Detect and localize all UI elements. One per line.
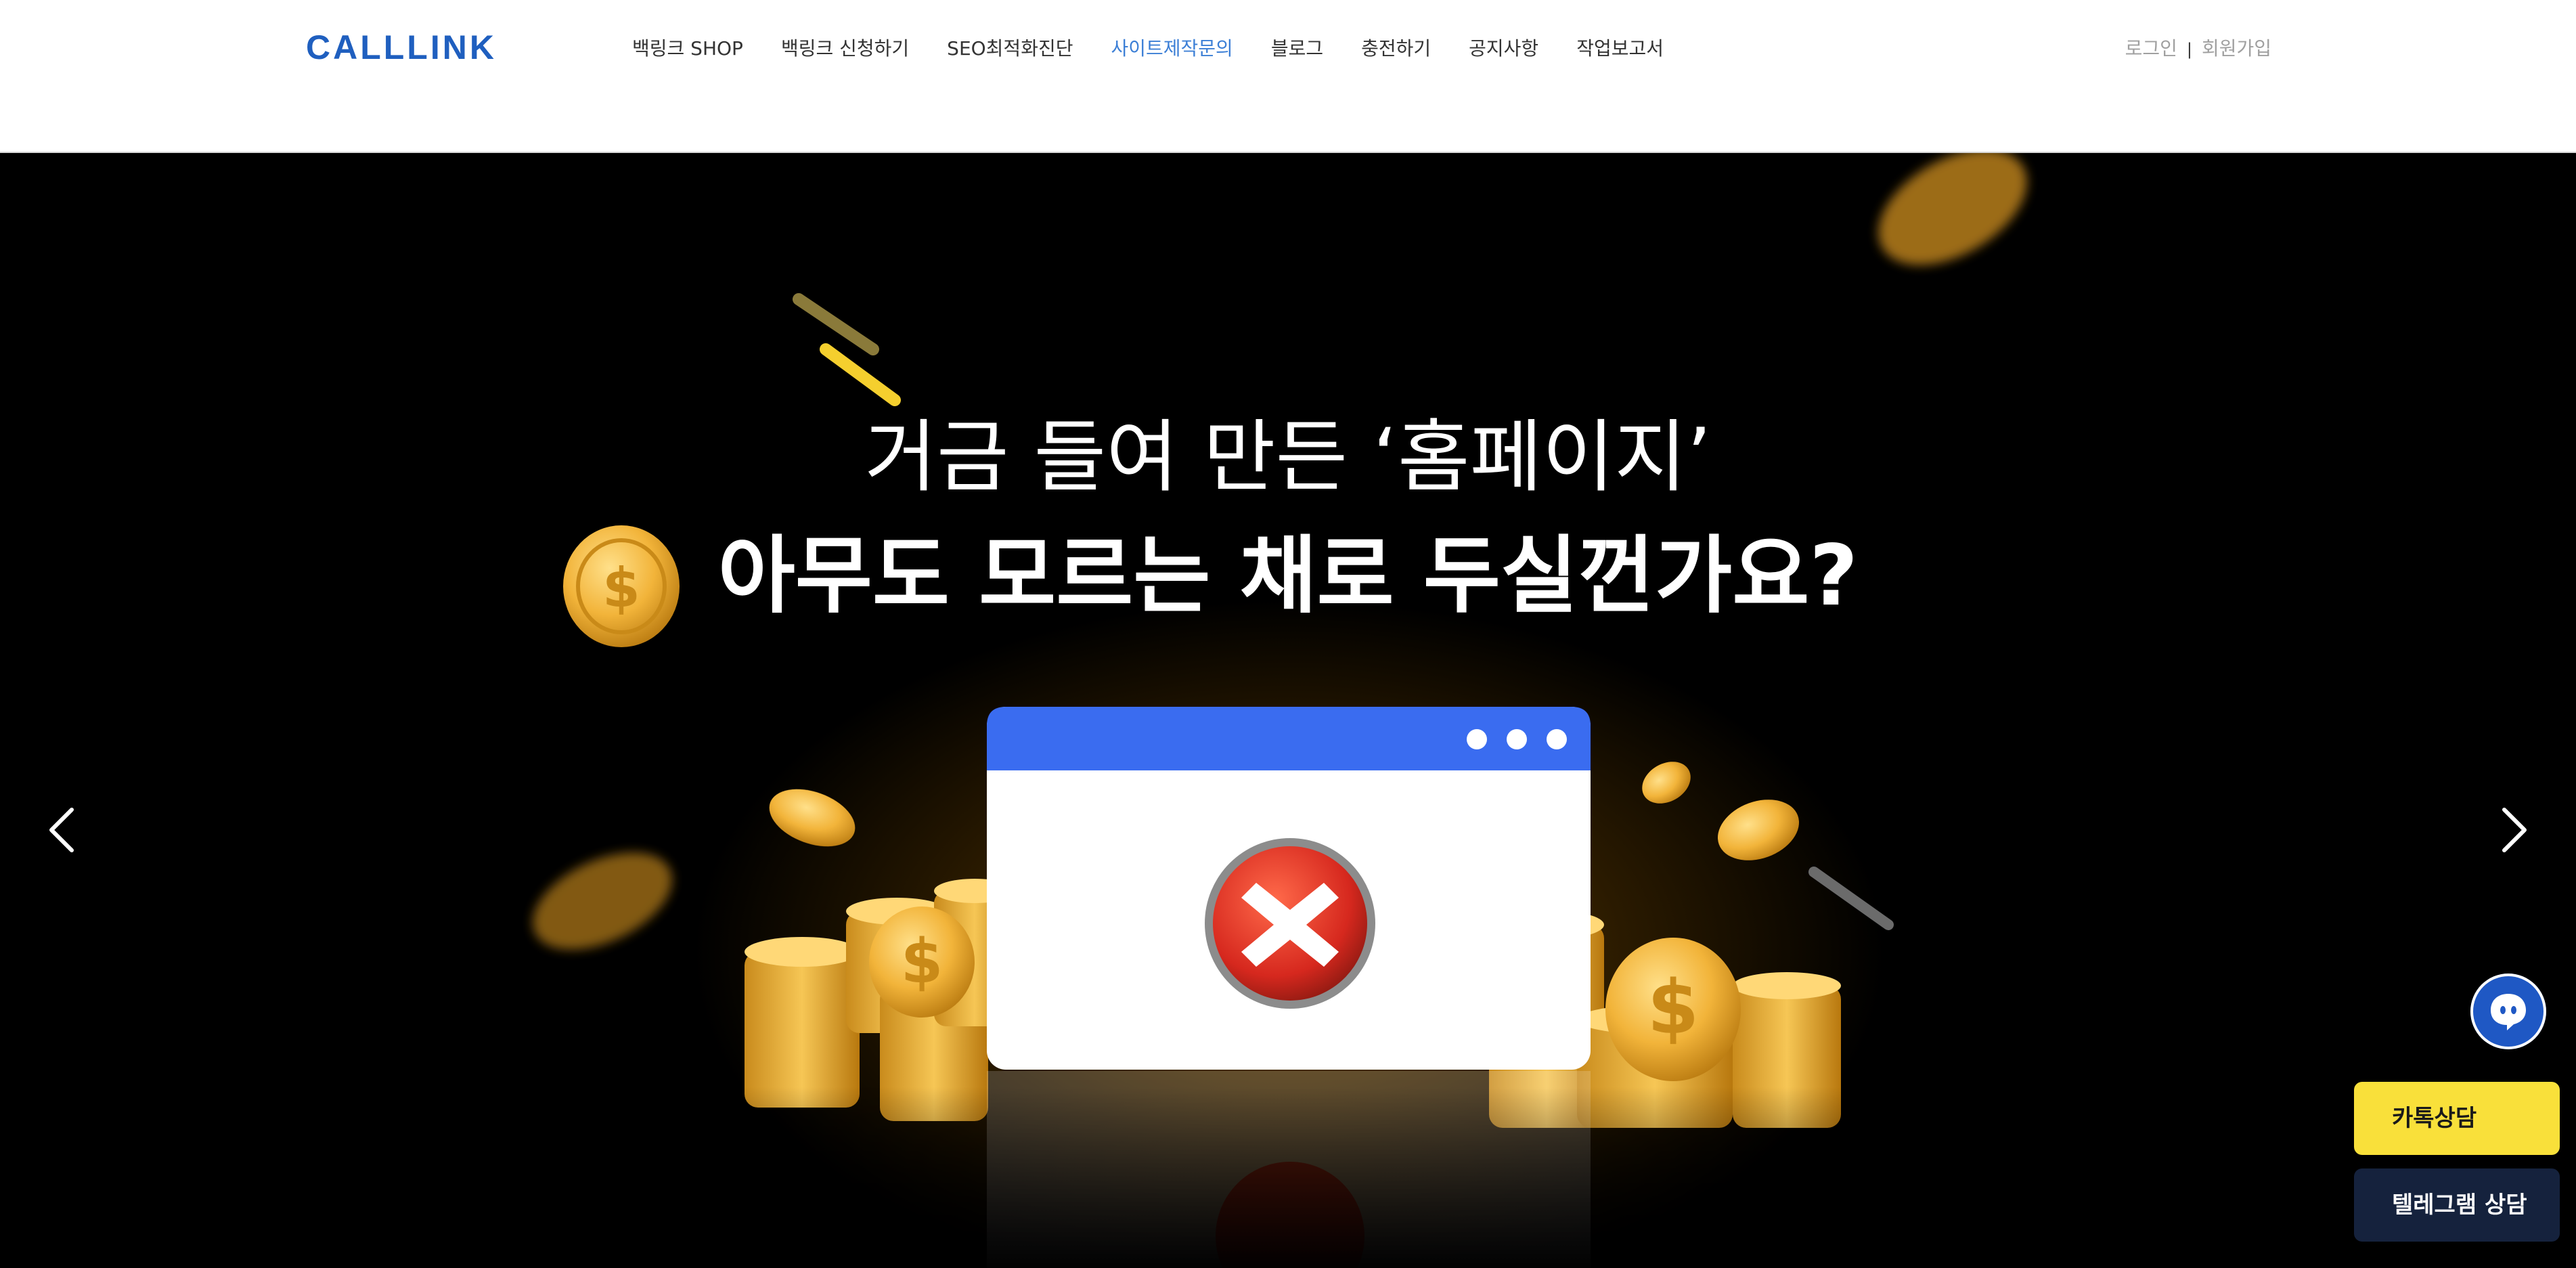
- svg-text:$: $: [901, 926, 943, 997]
- nav-item-backlink-shop[interactable]: 백링크 SHOP: [632, 32, 743, 65]
- slider-next-button[interactable]: [2493, 803, 2534, 857]
- nav-item-blog[interactable]: 블로그: [1271, 32, 1323, 65]
- main-nav: 백링크 SHOP 백링크 신청하기 SEO최적화진단 사이트제작문의 블로그 충전하기 공지…: [632, 32, 1702, 65]
- nav-item-backlink-apply[interactable]: 백링크 신청하기: [781, 32, 909, 65]
- kakao-consult-button[interactable]: 카톡상담: [2354, 1082, 2560, 1155]
- nav-item-charge[interactable]: 충전하기: [1361, 32, 1431, 65]
- auth-separator: |: [2186, 40, 2192, 59]
- telegram-consult-button[interactable]: 텔레그램 상담: [2354, 1168, 2560, 1242]
- coin-stack-left-icon: $: [745, 879, 1015, 1121]
- nav-item-seo-diagnosis[interactable]: SEO최적화진단: [947, 32, 1073, 65]
- site-logo[interactable]: CALLLINK: [306, 27, 497, 68]
- hero-illustration: $ $ $: [0, 153, 2576, 1268]
- hero-headline-2: 아무도 모르는 채로 두실껀가요?: [717, 527, 1859, 625]
- site-header: CALLLINK 백링크 SHOP 백링크 신청하기 SEO최적화진단 사이트제작문의…: [0, 0, 2576, 153]
- signup-link[interactable]: 회원가입: [2202, 37, 2271, 60]
- chat-bubble-icon: [2491, 994, 2526, 1030]
- nav-item-notice[interactable]: 공지사항: [1469, 32, 1538, 65]
- svg-text:$: $: [1647, 964, 1700, 1051]
- nav-item-site-inquiry[interactable]: 사이트제작문의: [1111, 32, 1233, 65]
- error-x-icon: [1205, 838, 1375, 1009]
- nav-item-work-report[interactable]: 작업보고서: [1576, 32, 1664, 65]
- login-link[interactable]: 로그인: [2125, 37, 2177, 60]
- slider-prev-button[interactable]: [42, 803, 83, 857]
- hero-headline-1: 거금 들여 만든 ‘홈페이지’: [864, 412, 1712, 503]
- auth-links: 로그인 | 회원가입: [2125, 32, 2271, 66]
- chevron-left-icon: [49, 808, 74, 852]
- hero-banner: $ $ $ 거금 들여 만든 ‘홈페이지’ 아무도 모르는 채로 두실껀가요?: [0, 153, 2576, 1268]
- chevron-right-icon: [2502, 808, 2527, 852]
- chat-widget-button[interactable]: [2470, 974, 2546, 1049]
